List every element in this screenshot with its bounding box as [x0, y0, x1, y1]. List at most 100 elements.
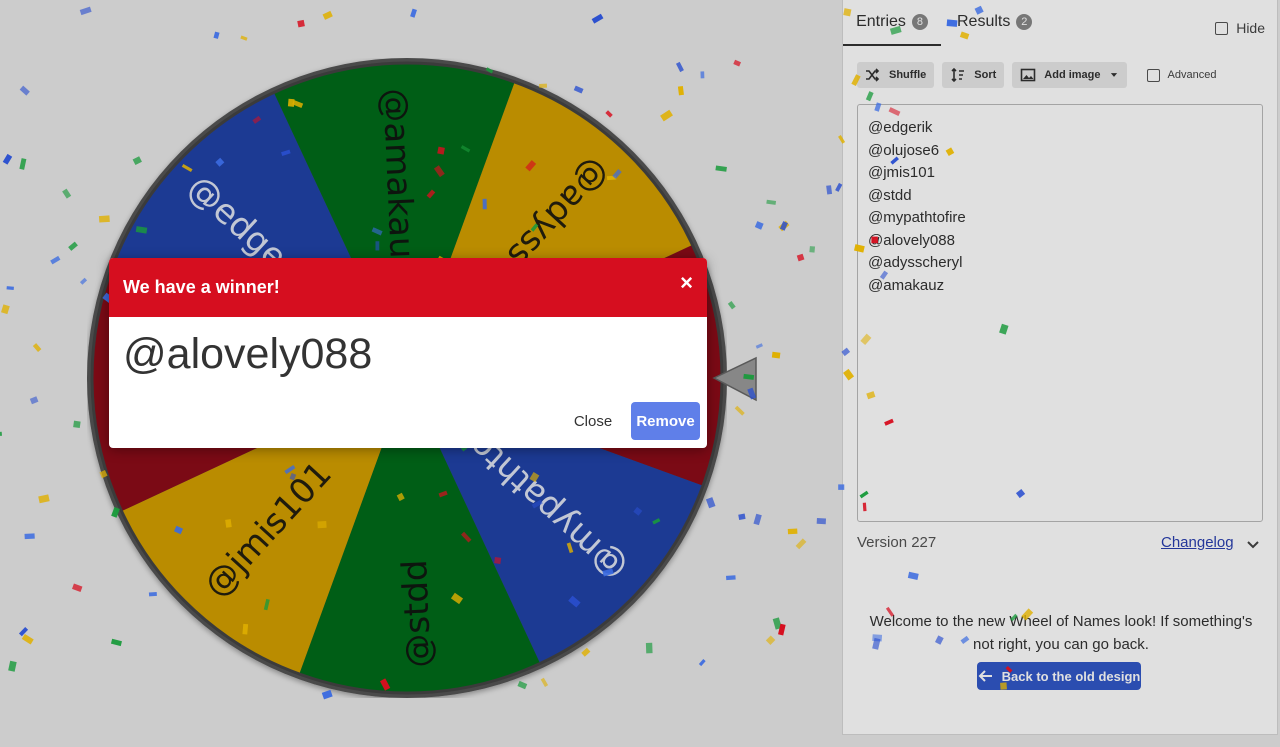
- confetti-piece: [859, 490, 869, 499]
- confetti-piece: [725, 575, 736, 581]
- confetti-piece: [816, 518, 827, 525]
- confetti-piece: [838, 484, 845, 490]
- confetti-piece: [765, 635, 776, 645]
- confetti-piece: [289, 473, 297, 481]
- close-icon[interactable]: ×: [680, 272, 693, 294]
- confetti-piece: [755, 343, 763, 349]
- confetti-piece: [860, 333, 872, 346]
- confetti-piece: [796, 253, 805, 262]
- confetti-piece: [766, 199, 777, 205]
- confetti-piece: [73, 420, 81, 429]
- confetti-piece: [240, 35, 248, 41]
- confetti-piece: [297, 19, 305, 28]
- confetti-piece: [517, 680, 528, 690]
- confetti-piece: [862, 502, 867, 512]
- confetti-piece: [835, 182, 843, 192]
- confetti-piece: [174, 525, 184, 535]
- close-button[interactable]: Close: [564, 402, 622, 440]
- confetti-piece: [754, 221, 764, 230]
- confetti-piece: [242, 623, 249, 635]
- confetti-piece: [21, 633, 34, 645]
- confetti-piece: [705, 497, 716, 509]
- confetti-piece: [851, 74, 861, 86]
- confetti-piece: [946, 19, 958, 27]
- confetti-piece: [907, 571, 919, 580]
- confetti-piece: [843, 8, 852, 17]
- confetti-piece: [482, 198, 487, 210]
- confetti-piece: [677, 86, 684, 96]
- confetti-piece: [72, 583, 83, 592]
- confetti-piece: [531, 499, 543, 509]
- confetti-piece: [566, 542, 574, 554]
- confetti-piece: [99, 470, 108, 479]
- confetti-piece: [375, 241, 380, 251]
- dialog-header: We have a winner!: [109, 258, 707, 317]
- confetti-piece: [371, 227, 383, 236]
- confetti-piece: [747, 387, 757, 400]
- confetti-piece: [148, 591, 157, 597]
- confetti-piece: [826, 185, 833, 195]
- confetti-piece: [32, 343, 42, 353]
- confetti-piece: [24, 533, 35, 540]
- confetti-piece: [727, 301, 736, 310]
- confetti-piece: [591, 13, 604, 24]
- confetti-piece: [110, 638, 122, 647]
- confetti-piece: [581, 647, 591, 657]
- confetti-piece: [715, 165, 727, 172]
- confetti-piece: [573, 85, 584, 94]
- confetti-piece: [889, 25, 902, 35]
- confetti-piece: [379, 678, 391, 691]
- confetti-piece: [1010, 613, 1018, 622]
- confetti-piece: [974, 5, 984, 15]
- confetti-piece: [771, 351, 781, 359]
- confetti-piece: [841, 347, 851, 357]
- confetti-piece: [874, 102, 882, 112]
- confetti-piece: [675, 61, 684, 73]
- confetti-piece: [19, 158, 27, 170]
- confetti-piece: [1015, 488, 1026, 499]
- confetti-piece: [660, 109, 673, 122]
- confetti-piece: [809, 246, 816, 253]
- confetti-piece: [843, 368, 855, 381]
- confetti-piece: [263, 598, 270, 611]
- confetti-piece: [485, 67, 494, 74]
- confetti-piece: [934, 635, 944, 645]
- confetti-piece: [530, 223, 539, 232]
- confetti-piece: [871, 236, 878, 244]
- confetti-piece: [50, 255, 61, 265]
- winner-name: @alovely088: [123, 330, 373, 378]
- confetti-piece: [866, 391, 876, 400]
- confetti-piece: [433, 165, 445, 178]
- confetti-piece: [213, 31, 220, 39]
- confetti-piece: [1000, 682, 1007, 690]
- confetti-piece: [317, 521, 327, 529]
- confetti-piece: [1021, 608, 1034, 621]
- confetti-piece: [795, 538, 807, 550]
- confetti-piece: [539, 83, 548, 88]
- remove-button[interactable]: Remove: [631, 402, 700, 440]
- confetti-piece: [8, 660, 17, 672]
- confetti-piece: [568, 595, 581, 608]
- confetti-piece: [68, 241, 78, 251]
- confetti-piece: [540, 677, 549, 687]
- confetti-piece: [494, 557, 502, 565]
- confetti-piece: [0, 431, 3, 437]
- confetti-piece: [602, 568, 614, 577]
- confetti-piece: [999, 323, 1009, 335]
- confetti-piece: [652, 518, 661, 525]
- confetti-piece: [19, 85, 30, 96]
- confetti-piece: [753, 513, 762, 526]
- confetti-piece: [879, 270, 889, 280]
- confetti-piece: [284, 464, 296, 475]
- confetti-piece: [438, 490, 448, 498]
- confetti-piece: [633, 506, 643, 516]
- confetti-piece: [132, 156, 142, 166]
- confetti-piece: [605, 110, 613, 118]
- confetti-piece: [959, 31, 970, 40]
- winner-dialog: We have a winner! × @alovely088 Close Re…: [109, 258, 707, 448]
- confetti-piece: [321, 689, 333, 700]
- confetti-piece: [885, 606, 895, 617]
- confetti-piece: [135, 226, 148, 234]
- confetti-piece: [698, 659, 706, 667]
- dialog-title: We have a winner!: [123, 277, 280, 297]
